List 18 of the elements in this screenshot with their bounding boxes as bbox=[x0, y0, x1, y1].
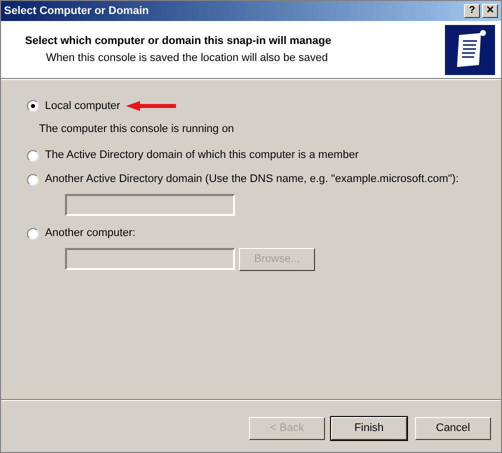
radio-label[interactable]: Another computer: bbox=[45, 225, 136, 242]
help-button[interactable]: ? bbox=[464, 4, 480, 18]
radio-button[interactable] bbox=[27, 100, 39, 112]
radio-label[interactable]: Another Active Directory domain (Use the DNS name, e.g. "example.microsoft.com"): bbox=[45, 171, 459, 188]
window-title: Select Computer or Domain bbox=[4, 4, 149, 19]
dialog-button[interactable]: Finish bbox=[331, 417, 407, 440]
radio-button[interactable] bbox=[27, 228, 39, 240]
radio-button[interactable] bbox=[27, 174, 39, 186]
dialog-button[interactable]: Cancel bbox=[415, 417, 491, 440]
radio-label[interactable]: Local computer bbox=[45, 98, 120, 114]
radio-label[interactable]: The Active Directory domain of which this computer is a member bbox=[45, 147, 359, 164]
close-button[interactable]: ✕ bbox=[482, 4, 498, 18]
scroll-icon bbox=[445, 24, 495, 74]
pointer-arrow bbox=[126, 101, 176, 111]
header-subtitle: When this console is saved the location will also be saved bbox=[45, 50, 329, 66]
header-title: Select which computer or domain this snap-in will manage bbox=[25, 34, 332, 49]
option-description: The computer this console is running on bbox=[39, 123, 234, 135]
radio-button[interactable] bbox=[27, 150, 39, 162]
